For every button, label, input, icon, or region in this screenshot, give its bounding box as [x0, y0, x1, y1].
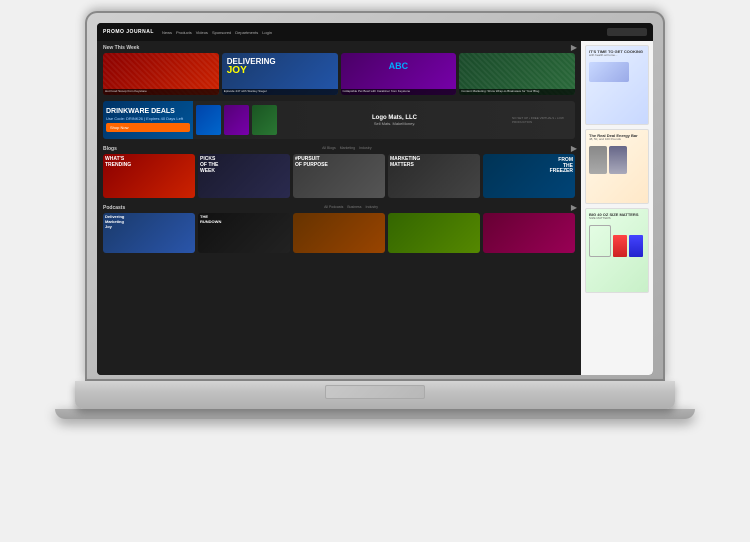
- thumb-content-label: Content Marketing: Show Wrap-to Brainwav…: [459, 89, 575, 95]
- podcasts-arrow[interactable]: ▶: [571, 203, 581, 212]
- logo: PROMO JOURNAL: [103, 29, 154, 35]
- thumb-deliver-label: Episode 447 with Stanley Siegel: [222, 89, 338, 95]
- blog-marketing-text: MARKETINGMATTERS: [390, 156, 478, 168]
- sidebar-ad-1-text: IT'S TIME TO GET COOKING with health at …: [586, 46, 648, 85]
- blog-link-1[interactable]: All Blogs: [322, 146, 336, 150]
- freezer-text: FROMTHEFREEZER: [550, 158, 573, 175]
- nav-login[interactable]: Login: [262, 30, 272, 35]
- podcast-link-2[interactable]: Business: [347, 205, 361, 209]
- thumb-pet-bowl-label: Collapsible Pet Bowl with Carabiner from…: [341, 89, 457, 95]
- new-this-week-arrow[interactable]: ▶: [571, 43, 581, 52]
- thumb-content-marketing[interactable]: Content Marketing: Show Wrap-to Brainwav…: [459, 53, 575, 95]
- sidebar-ad-2-sub: 48, 50, and 100 Pounds: [589, 138, 645, 142]
- podcast-link-1[interactable]: All Podcasts: [324, 205, 343, 209]
- blogs-row: WHAT'STRENDING PICKSOF THEWEEK #PURSUITO…: [97, 154, 581, 201]
- sidebar-ad-1-sub: with health at home...: [589, 54, 645, 58]
- new-this-week-row: Hot Food Scoop from Keystone DELIVERINGJ…: [97, 53, 581, 98]
- podcasts-sub-links: All Podcasts Business Industry: [318, 205, 384, 209]
- screen-bezel: PROMO JOURNAL News Products Videos Spons…: [85, 11, 665, 381]
- podcast-rundown[interactable]: THERUNDOWN: [198, 213, 290, 253]
- nav-videos[interactable]: Videos: [196, 30, 208, 35]
- main-content: New This Week ▶ Hot Food Scoop from Keys…: [97, 41, 653, 375]
- drinkware-ad-banner[interactable]: DRINKWARE DEALS Use Code: DRINK26 | Expi…: [103, 101, 575, 139]
- podcast-rundown-text: THERUNDOWN: [200, 215, 288, 225]
- podcast-link-3[interactable]: Industry: [366, 205, 378, 209]
- drinkware-thumb-1: [196, 105, 221, 135]
- nav-sponsored[interactable]: Sponsored: [212, 30, 231, 35]
- blog-link-2[interactable]: Marketing: [340, 146, 355, 150]
- search-box[interactable]: [607, 28, 647, 36]
- sidebar-ad-3-text: BIG 40 OZ SIZE MATTERS SIZE MATTERS: [586, 209, 648, 260]
- blogs-label: Blogs: [97, 142, 123, 154]
- podcast-3[interactable]: [293, 213, 385, 253]
- drinkware-thumb-3: [252, 105, 277, 135]
- laptop-foot: [55, 409, 695, 419]
- blogs-header: Blogs All Blogs Marketing Industry ▶: [97, 142, 581, 154]
- podcast-5[interactable]: [483, 213, 575, 253]
- blog-link-3[interactable]: Industry: [359, 146, 371, 150]
- thumb-pet-bowl[interactable]: ABC Collapsible Pet Bowl with Carabiner …: [341, 53, 457, 95]
- podcasts-row: DeliveringMarketingJoy THERUNDOWN: [97, 213, 581, 256]
- thumb-delivering-joy[interactable]: DELIVERINGJOY Episode 447 with Stanley S…: [222, 53, 338, 95]
- drinkware-cta-button[interactable]: Shop Now: [106, 123, 190, 132]
- drinkware-ad-subtitle: Use Code: DRINK26 | Expires 40 Days Left: [106, 116, 190, 121]
- navbar: PROMO JOURNAL News Products Videos Spons…: [97, 23, 653, 41]
- trackpad[interactable]: [325, 385, 425, 399]
- nav-news[interactable]: News: [162, 30, 172, 35]
- drinkware-ad-title: DRINKWARE DEALS: [106, 108, 190, 115]
- drinkware-thumb-2: [224, 105, 249, 135]
- blog-picks-text: PICKSOF THEWEEK: [200, 156, 288, 174]
- sidebar-ad-3[interactable]: BIG 40 OZ SIZE MATTERS SIZE MATTERS: [585, 208, 649, 293]
- sidebar-ad-2-text: The Real Deal Energy Bar 48, 50, and 100…: [586, 130, 648, 177]
- sidebar-ad-2[interactable]: The Real Deal Energy Bar 48, 50, and 100…: [585, 129, 649, 204]
- blogs-arrow[interactable]: ▶: [571, 144, 581, 153]
- logo-mats-ad: Logo Mats, LLC Sell Mats. MakeMoney.: [280, 113, 509, 128]
- screen: PROMO JOURNAL News Products Videos Spons…: [97, 23, 653, 375]
- nav-departments[interactable]: Departments: [235, 30, 258, 35]
- drinkware-ad-right: Logo Mats, LLC Sell Mats. MakeMoney. NO …: [193, 101, 575, 139]
- podcast-deliver-text: DeliveringMarketingJoy: [105, 215, 193, 229]
- thumb-hot-food[interactable]: Hot Food Scoop from Keystone: [103, 53, 219, 95]
- delivering-overlay: DELIVERINGJOY: [227, 58, 276, 76]
- blog-trending[interactable]: WHAT'STRENDING: [103, 154, 195, 198]
- podcast-4[interactable]: [388, 213, 480, 253]
- sidebar-ad-1[interactable]: IT'S TIME TO GET COOKING with health at …: [585, 45, 649, 125]
- drinkware-ad-left: DRINKWARE DEALS Use Code: DRINK26 | Expi…: [103, 101, 193, 139]
- blog-freezer[interactable]: FROMTHEFREEZER: [483, 154, 575, 198]
- sidebar-ad-3-sub: SIZE MATTERS: [589, 217, 645, 221]
- new-this-week-header: New This Week ▶: [97, 41, 581, 53]
- blog-purpose-text: #PURSUITOF PURPOSE: [295, 156, 383, 168]
- new-this-week-label: New This Week: [97, 41, 145, 53]
- blog-trending-text: WHAT'STRENDING: [105, 156, 193, 168]
- logo-mats-sub: Sell Mats. MakeMoney.: [282, 121, 507, 126]
- laptop-base: [75, 381, 675, 409]
- laptop-container: PROMO JOURNAL News Products Videos Spons…: [35, 11, 715, 531]
- abc-logo: ABC: [389, 61, 409, 71]
- nav-links: News Products Videos Sponsored Departmen…: [162, 30, 599, 35]
- right-sidebar: IT'S TIME TO GET COOKING with health at …: [581, 41, 653, 375]
- blog-picks[interactable]: PICKSOF THEWEEK: [198, 154, 290, 198]
- blogs-sub-links: All Blogs Marketing Industry: [316, 146, 377, 150]
- nav-products[interactable]: Products: [176, 30, 192, 35]
- podcast-delivering-joy[interactable]: DeliveringMarketingJoy: [103, 213, 195, 253]
- blog-marketing[interactable]: MARKETINGMATTERS: [388, 154, 480, 198]
- ad-fine-print: NO SET UP • FREE VIRTUALS • LOW PRODUCTI…: [512, 116, 572, 124]
- blog-purpose[interactable]: #PURSUITOF PURPOSE: [293, 154, 385, 198]
- joy-text: JOY: [227, 65, 247, 76]
- podcasts-label: Podcasts: [97, 201, 131, 213]
- thumb-hot-food-label: Hot Food Scoop from Keystone: [103, 89, 219, 95]
- content-area: New This Week ▶ Hot Food Scoop from Keys…: [97, 41, 581, 375]
- podcasts-header: Podcasts All Podcasts Business Industry …: [97, 201, 581, 213]
